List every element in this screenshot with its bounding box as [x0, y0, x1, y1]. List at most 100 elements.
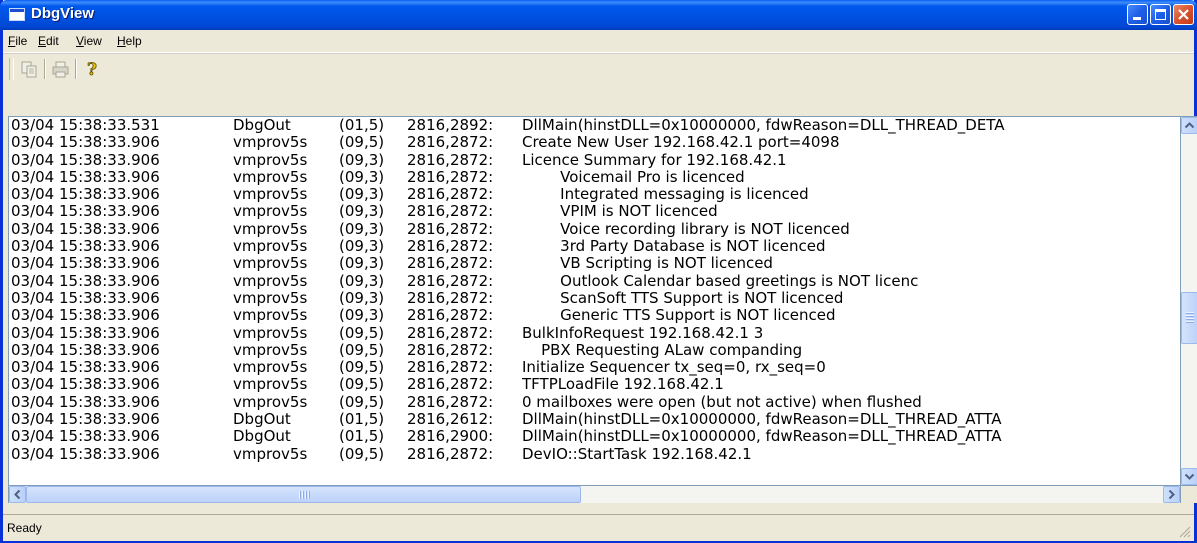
resize-grip-icon[interactable] — [1179, 526, 1191, 538]
toolbar-separator — [44, 59, 46, 79]
log-message: Create New User 192.168.42.1 port=4098 — [522, 134, 840, 152]
log-timestamp: 03/04 15:38:33.906 — [11, 411, 160, 429]
log-thread: 2816,2872: — [407, 255, 494, 273]
log-level: (09,5) — [339, 393, 385, 411]
toolbar: ? — [3, 53, 1194, 84]
log-row[interactable]: 03/04 15:38:33.906 vmprov5s (09,3) 2816,287… — [11, 152, 1180, 169]
log-row[interactable]: 03/04 15:38:33.906 vmprov5s (09,3) 2816,287… — [11, 203, 1180, 220]
scroll-left-button[interactable] — [9, 486, 26, 503]
log-row[interactable]: 03/04 15:38:33.906 vmprov5s (09,5) 2816,287… — [11, 325, 1180, 342]
log-row[interactable]: 03/04 15:38:33.906 vmprov5s (09,5) 2816,287… — [11, 446, 1180, 463]
log-level: (09,3) — [339, 307, 385, 325]
log-timestamp: 03/04 15:38:33.906 — [11, 445, 160, 463]
minimize-icon — [1133, 17, 1141, 20]
log-level: (09,3) — [339, 255, 385, 273]
log-timestamp: 03/04 15:38:33.906 — [11, 289, 160, 307]
log-timestamp: 03/04 15:38:33.906 — [11, 341, 160, 359]
arrow-up-icon — [1184, 122, 1195, 129]
log-row[interactable]: 03/04 15:38:33.906 vmprov5s (09,3) 2816,287… — [11, 238, 1180, 255]
log-message: 0 mailboxes were open (but not active) w… — [522, 393, 922, 411]
log-timestamp: 03/04 15:38:33.906 — [11, 203, 160, 221]
log-timestamp: 03/04 15:38:33.906 — [11, 393, 160, 411]
log-thread: 2816,2892: — [407, 117, 494, 134]
log-thread: 2816,2872: — [407, 307, 494, 325]
log-process: vmprov5s — [233, 445, 308, 463]
scroll-right-button[interactable] — [1163, 486, 1180, 503]
log-process: vmprov5s — [233, 255, 308, 273]
log-thread: 2816,2612: — [407, 411, 494, 429]
log-row[interactable]: 03/04 15:38:33.906 vmprov5s (09,5) 2816,287… — [11, 394, 1180, 411]
log-row[interactable]: 03/04 15:38:33.906 vmprov5s (09,5) 2816,287… — [11, 134, 1180, 151]
toolbar-grip[interactable] — [9, 58, 14, 80]
log-thread: 2816,2872: — [407, 289, 494, 307]
vertical-scrollbar[interactable] — [1181, 116, 1197, 486]
output-list[interactable]: 03/04 15:38:33.531 DbgOut (01,5) 2816,2892:… — [8, 116, 1181, 486]
close-icon — [1178, 9, 1189, 20]
log-level: (09,3) — [339, 168, 385, 186]
menu-help[interactable]: Help — [117, 34, 142, 48]
log-row[interactable]: 03/04 15:38:33.906 DbgOut (01,5) 2816,2612:… — [11, 411, 1180, 428]
app-icon[interactable] — [9, 8, 25, 21]
log-process: vmprov5s — [233, 220, 308, 238]
log-row[interactable]: 03/04 15:38:33.906 vmprov5s (09,3) 2816,287… — [11, 221, 1180, 238]
log-timestamp: 03/04 15:38:33.906 — [11, 307, 160, 325]
log-row[interactable]: 03/04 15:38:33.906 vmprov5s (09,3) 2816,287… — [11, 186, 1180, 203]
menu-edit[interactable]: Edit — [38, 34, 59, 48]
menu-file-label: ile — [15, 34, 28, 48]
log-timestamp: 03/04 15:38:33.906 — [11, 238, 160, 256]
horizontal-scrollbar[interactable] — [8, 486, 1181, 503]
scroll-up-button[interactable] — [1181, 117, 1197, 134]
log-level: (09,5) — [339, 359, 385, 377]
svg-text:?: ? — [87, 60, 97, 79]
menu-view-accel: V — [76, 34, 84, 48]
log-message: DllMain(hinstDLL=0x10000000, fdwReason=D… — [522, 428, 1002, 446]
log-row[interactable]: 03/04 15:38:33.906 vmprov5s (09,3) 2816,287… — [11, 290, 1180, 307]
log-timestamp: 03/04 15:38:33.906 — [11, 428, 160, 446]
log-message: Voice recording library is NOT licenced — [522, 220, 850, 238]
print-icon[interactable] — [50, 59, 70, 79]
log-row[interactable]: 03/04 15:38:33.906 vmprov5s (09,5) 2816,287… — [11, 376, 1180, 393]
log-message: Generic TTS Support is NOT licenced — [522, 307, 836, 325]
help-icon[interactable]: ? — [83, 59, 103, 79]
log-message: Integrated messaging is licenced — [522, 186, 809, 204]
maximize-button[interactable] — [1150, 4, 1171, 25]
log-row[interactable]: 03/04 15:38:33.906 vmprov5s (09,3) 2816,287… — [11, 169, 1180, 186]
log-rows: 03/04 15:38:33.531 DbgOut (01,5) 2816,2892:… — [11, 117, 1180, 485]
minimize-button[interactable] — [1127, 4, 1148, 25]
log-row[interactable]: 03/04 15:38:33.906 vmprov5s (09,5) 2816,287… — [11, 359, 1180, 376]
log-thread: 2816,2872: — [407, 220, 494, 238]
menu-view[interactable]: View — [76, 34, 102, 48]
log-level: (09,3) — [339, 151, 385, 169]
log-timestamp: 03/04 15:38:33.906 — [11, 255, 160, 273]
log-thread: 2816,2872: — [407, 238, 494, 256]
log-process: vmprov5s — [233, 341, 308, 359]
log-row[interactable]: 03/04 15:38:33.531 DbgOut (01,5) 2816,2892:… — [11, 117, 1180, 134]
menu-file[interactable]: File — [8, 34, 27, 48]
log-row[interactable]: 03/04 15:38:33.906 vmprov5s (09,3) 2816,287… — [11, 255, 1180, 272]
log-thread: 2816,2872: — [407, 324, 494, 342]
log-level: (01,5) — [339, 411, 385, 429]
toolbar-separator — [75, 59, 77, 79]
log-message: BulkInfoRequest 192.168.42.1 3 — [522, 324, 764, 342]
thumb-grip — [299, 491, 311, 499]
log-timestamp: 03/04 15:38:33.906 — [11, 272, 160, 290]
horizontal-scroll-thumb[interactable] — [26, 486, 581, 503]
log-row[interactable]: 03/04 15:38:33.906 vmprov5s (09,5) 2816,287… — [11, 342, 1180, 359]
log-row[interactable]: 03/04 15:38:33.906 vmprov5s (09,3) 2816,287… — [11, 273, 1180, 290]
log-process: vmprov5s — [233, 376, 308, 394]
log-thread: 2816,2872: — [407, 376, 494, 394]
log-level: (09,3) — [339, 203, 385, 221]
scroll-down-button[interactable] — [1181, 468, 1197, 485]
close-button[interactable] — [1173, 4, 1194, 25]
title-bar[interactable]: DbgView — [0, 0, 1197, 30]
log-row[interactable]: 03/04 15:38:33.906 vmprov5s (09,3) 2816,287… — [11, 307, 1180, 324]
menu-edit-label: dit — [46, 34, 59, 48]
log-timestamp: 03/04 15:38:33.906 — [11, 151, 160, 169]
log-message: 3rd Party Database is NOT licenced — [522, 238, 826, 256]
vertical-scroll-thumb[interactable] — [1181, 291, 1197, 344]
log-process: vmprov5s — [233, 168, 308, 186]
copy-icon[interactable] — [19, 59, 39, 79]
log-row[interactable]: 03/04 15:38:33.906 DbgOut (01,5) 2816,2900:… — [11, 428, 1180, 445]
log-message: TFTPLoadFile 192.168.42.1 — [522, 376, 724, 394]
maximize-icon — [1155, 9, 1166, 20]
